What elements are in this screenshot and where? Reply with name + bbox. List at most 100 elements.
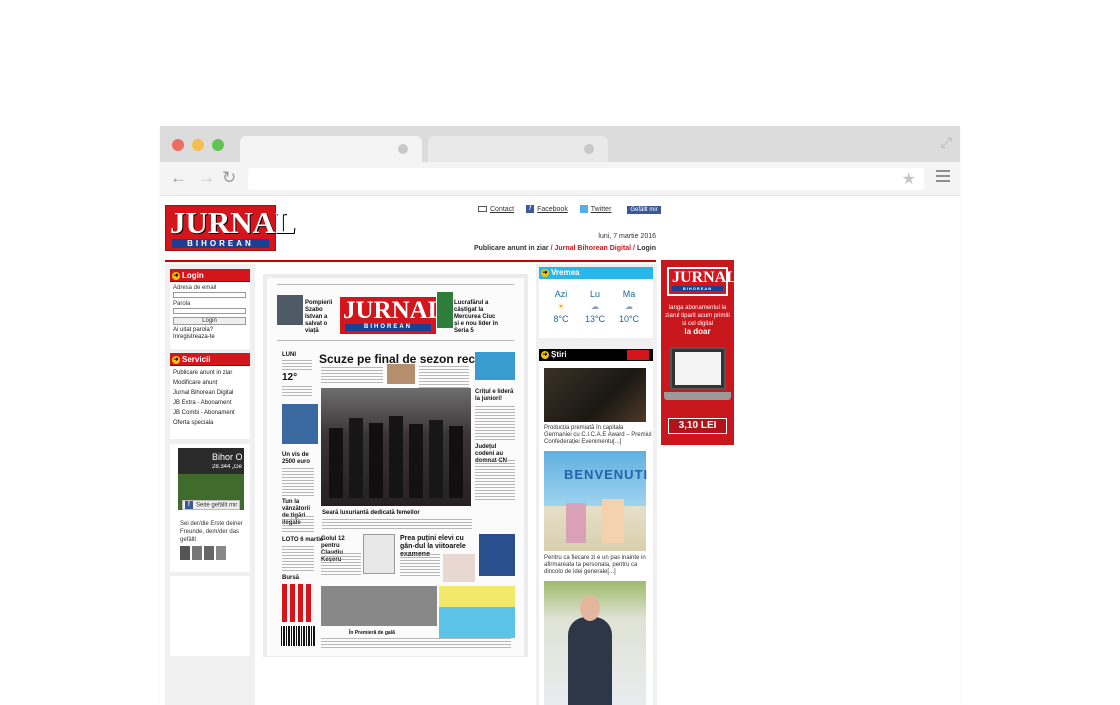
- ad-logo: JURNAL BIHOREAN: [667, 267, 737, 296]
- login-box-header: ➜ Login: [170, 269, 250, 282]
- text-block: [277, 340, 514, 343]
- browser-tab-active[interactable]: [240, 136, 422, 162]
- ad-text-bold: la doar: [684, 327, 711, 336]
- browser-window: ⤢ ← → ↻ ★ JURNAL BIHOREAN Contact f Faceb…: [160, 126, 960, 705]
- service-link[interactable]: Jurnal Bihorean Digital: [173, 390, 250, 396]
- news-title: Știri: [551, 350, 567, 359]
- news-header: ➜ Știri: [539, 349, 653, 361]
- tab-close-icon[interactable]: [398, 144, 408, 154]
- photo: [437, 292, 453, 328]
- newspaper-logo: JURNAL BIHOREAN: [340, 297, 444, 334]
- ad-logo-inner: JURNAL BIHOREAN: [669, 269, 737, 294]
- subscription-ad[interactable]: JURNAL BIHOREAN langa abonamentul la zia…: [661, 260, 737, 445]
- avatar[interactable]: [180, 546, 190, 560]
- fb-page-title[interactable]: Bihor O...: [212, 452, 242, 462]
- news-image[interactable]: [544, 368, 646, 422]
- tab-close-icon[interactable]: [584, 144, 594, 154]
- story-headline: Seară luxuriantă dedicată femeilor: [322, 510, 420, 516]
- fb-page-likes: 28.344 „Gefäll: [212, 464, 242, 470]
- reload-icon[interactable]: ↻: [222, 169, 236, 187]
- newspaper-logo-subtitle: BIHOREAN: [345, 324, 431, 331]
- sun-cloud-icon: ☀: [557, 302, 565, 311]
- newspaper-day: LUNI: [282, 352, 296, 358]
- news-caption[interactable]: Producția premiată în capitala Germaniei…: [544, 425, 652, 446]
- address-bar[interactable]: ★: [248, 168, 924, 190]
- stage: ⤢ ← → ↻ ★ JURNAL BIHOREAN Contact f Faceb…: [0, 0, 1120, 705]
- twitter-link[interactable]: Twitter: [591, 206, 612, 213]
- weather-day: Ma: [622, 289, 636, 299]
- arrow-icon: ➜: [541, 268, 549, 277]
- arrow-icon: ➜: [172, 355, 180, 364]
- forward-arrow-icon[interactable]: →: [198, 169, 215, 187]
- newspaper-cover[interactable]: Pompierii Szabo Istvan a salvat o viață …: [267, 278, 524, 656]
- contact-link[interactable]: Contact: [490, 206, 514, 213]
- login-box-title: Login: [182, 271, 204, 280]
- laptop-base: [664, 392, 731, 400]
- browser-menu-icon[interactable]: [936, 170, 950, 185]
- nav-digital-link[interactable]: Jurnal Bihorean Digital: [554, 245, 631, 252]
- forgot-password-link[interactable]: Ai uitat parola?: [173, 327, 250, 334]
- figure: [329, 428, 343, 498]
- facebook-link[interactable]: Facebook: [537, 206, 568, 213]
- login-button[interactable]: Login: [173, 317, 246, 325]
- advert: [439, 586, 515, 638]
- text-block: [277, 284, 514, 287]
- services-box: ➜ Servicii Publicare anunt in ziar Modifi…: [170, 353, 250, 439]
- service-link[interactable]: JB Combi - Abonament: [173, 410, 250, 416]
- back-arrow-icon[interactable]: ←: [170, 169, 187, 187]
- service-link[interactable]: JB Extra - Abonament: [173, 400, 250, 406]
- fb-page-like-button[interactable]: f Seite gefällt mir: [182, 500, 241, 510]
- laptop-icon: [664, 347, 731, 409]
- text-block: [282, 468, 314, 496]
- figure: [429, 420, 443, 498]
- service-link[interactable]: Publicare anunt in ziar: [173, 370, 250, 376]
- password-field[interactable]: [173, 308, 246, 314]
- service-link[interactable]: Modificare anunț: [173, 380, 250, 386]
- figure: [369, 423, 383, 498]
- password-label: Parola: [173, 301, 191, 307]
- fb-like-button[interactable]: Gefällt mir: [627, 205, 661, 214]
- text-block: [282, 546, 314, 572]
- news-caption[interactable]: Pentru ca fiecare zi e un pas inainte in…: [544, 555, 652, 576]
- ad-logo-title: JURNAL: [672, 269, 737, 286]
- nav-publicare-link[interactable]: Publicare anunt in ziar: [474, 245, 549, 252]
- text-block: [321, 638, 511, 648]
- photo: [475, 352, 515, 380]
- rain-cloud-icon: ☁: [591, 302, 599, 311]
- text-block: [400, 554, 440, 578]
- browser-tabbar: ⤢: [160, 126, 960, 162]
- avatar[interactable]: [204, 546, 214, 560]
- service-link[interactable]: Oferta speciala: [173, 420, 250, 426]
- top-links: Contact f Facebook Twitter Gefällt mir: [478, 205, 671, 214]
- services-header: ➜ Servicii: [170, 353, 250, 366]
- close-window-button[interactable]: [172, 139, 184, 151]
- top-nav: Publicare anunt in ziar / Jurnal Bihorea…: [474, 245, 656, 252]
- news-image[interactable]: BENVENUTI: [544, 451, 649, 551]
- register-link[interactable]: Inregistreaza-te: [173, 334, 250, 341]
- photo: [443, 554, 475, 582]
- ad-price: 3,10 LEI: [668, 418, 727, 434]
- fb-friends-text: Sei der/die Erste deiner Freunde, dem/de…: [180, 521, 243, 543]
- facebook-icon: f: [526, 205, 535, 213]
- facebook-cover-image[interactable]: Bihor O... 28.344 „Gefäll fSeite gefällt…: [178, 448, 244, 510]
- middle-sidebar: ➜ Vremea Azi ☀ 8°C Lu ☁ 13°C Ma ☁ 10°C ➜ Ș…: [536, 264, 657, 705]
- bookmark-star-icon[interactable]: ★: [902, 169, 916, 189]
- site-logo[interactable]: JURNAL BIHOREAN: [165, 205, 296, 251]
- story-headline: Crițul e lideră la juniori!: [475, 389, 514, 402]
- avatar[interactable]: [192, 546, 202, 560]
- story-headline: Un vis de 2500 euro: [282, 452, 311, 465]
- newspaper-temperature: 12°: [282, 372, 298, 383]
- photo: [479, 534, 515, 576]
- email-field[interactable]: [173, 292, 246, 298]
- mail-icon: [478, 206, 487, 212]
- maximize-window-button[interactable]: [212, 139, 224, 151]
- fullscreen-icon[interactable]: ⤢: [941, 134, 952, 151]
- figure: [449, 426, 463, 498]
- ad-text: langa abonamentul la ziarul tiparit acum…: [664, 304, 731, 337]
- avatar[interactable]: [216, 546, 226, 560]
- image-brand-text: BENVENUTI: [564, 467, 649, 482]
- news-image[interactable]: [544, 581, 646, 705]
- minimize-window-button[interactable]: [192, 139, 204, 151]
- browser-tab[interactable]: [428, 136, 608, 162]
- nav-login-link[interactable]: Login: [637, 245, 656, 252]
